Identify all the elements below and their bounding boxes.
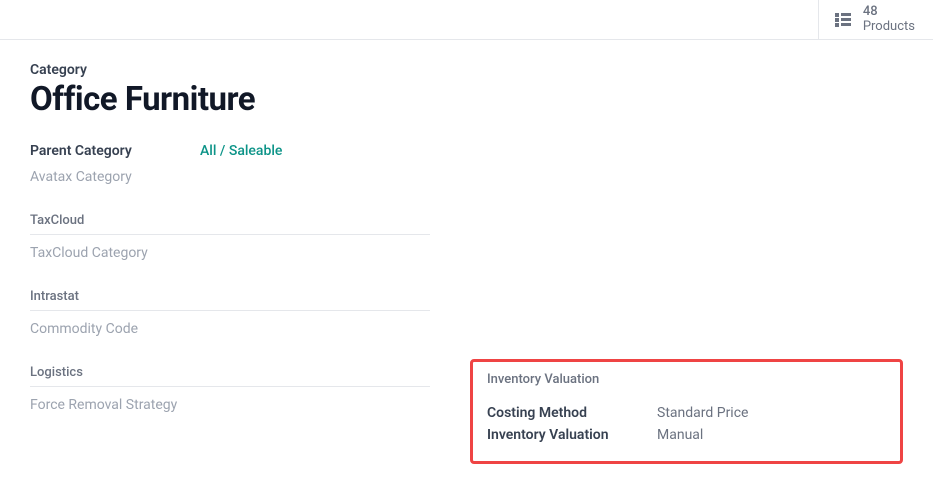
intrastat-heading: Intrastat: [30, 289, 430, 311]
costing-method-value[interactable]: Standard Price: [657, 405, 748, 421]
force-removal-row: Force Removal Strategy: [30, 397, 430, 413]
content: Category Office Furniture Parent Categor…: [0, 40, 933, 464]
inventory-valuation-label: Inventory Valuation: [487, 427, 657, 443]
inventory-valuation-column: Inventory Valuation Costing Method Stand…: [470, 365, 903, 464]
inventory-valuation-value[interactable]: Manual: [657, 427, 703, 443]
products-button[interactable]: 48 Products: [818, 0, 915, 39]
commodity-code-label: Commodity Code: [30, 321, 200, 337]
taxcloud-category-label: TaxCloud Category: [30, 245, 200, 261]
inventory-valuation-row: Inventory Valuation Manual: [487, 427, 886, 443]
costing-method-label: Costing Method: [487, 405, 657, 421]
inventory-valuation-heading: Inventory Valuation: [487, 372, 886, 395]
force-removal-label: Force Removal Strategy: [30, 397, 200, 413]
bottom-columns: Logistics Force Removal Strategy Invento…: [30, 365, 903, 464]
avatax-category-label: Avatax Category: [30, 169, 200, 185]
parent-category-label: Parent Category: [30, 143, 200, 159]
taxcloud-heading: TaxCloud: [30, 213, 430, 235]
products-text: 48 Products: [863, 5, 915, 34]
topbar: 48 Products: [0, 0, 933, 40]
avatax-category-row: Avatax Category: [30, 169, 903, 185]
list-icon: [835, 13, 853, 27]
costing-method-row: Costing Method Standard Price: [487, 405, 886, 421]
taxcloud-category-row: TaxCloud Category: [30, 245, 430, 261]
parent-category-row: Parent Category All / Saleable: [30, 143, 903, 159]
category-title[interactable]: Office Furniture: [30, 80, 903, 119]
inventory-valuation-box: Inventory Valuation Costing Method Stand…: [470, 359, 903, 464]
commodity-code-row: Commodity Code: [30, 321, 430, 337]
products-count: 48: [863, 5, 915, 19]
logistics-column: Logistics Force Removal Strategy: [30, 365, 430, 464]
parent-category-value[interactable]: All / Saleable: [200, 143, 282, 159]
category-label: Category: [30, 62, 903, 78]
logistics-heading: Logistics: [30, 365, 430, 387]
products-label: Products: [863, 20, 915, 34]
